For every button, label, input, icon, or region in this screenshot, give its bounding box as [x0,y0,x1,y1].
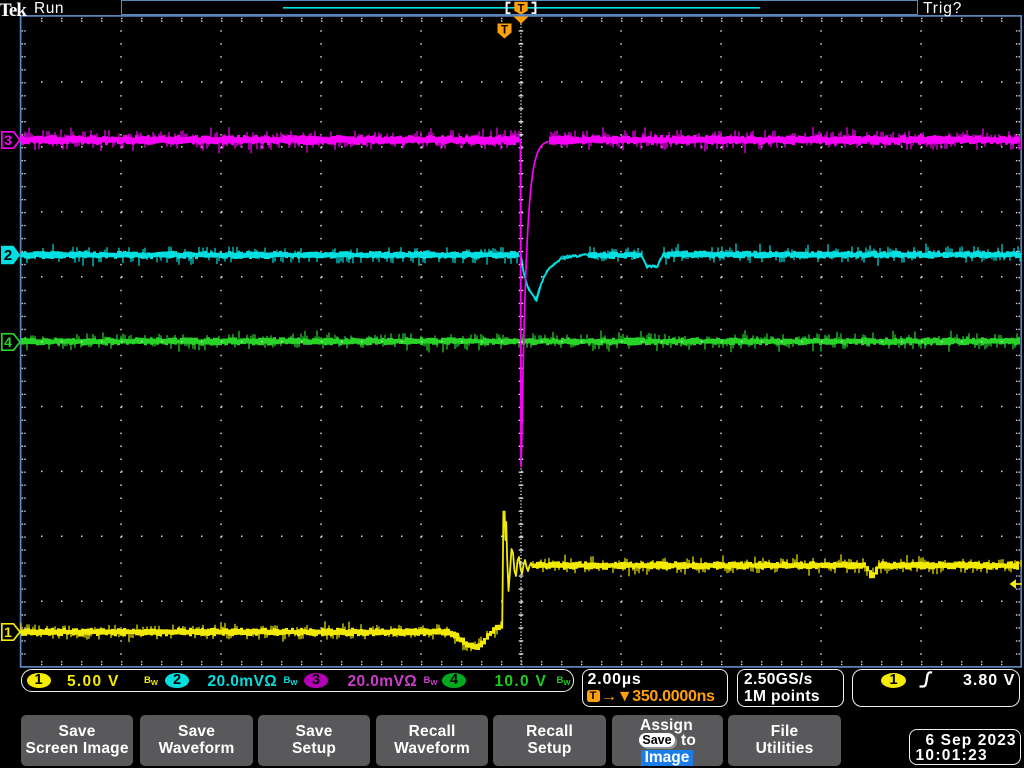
svg-text:1: 1 [4,624,12,640]
svg-text:T: T [501,23,509,37]
svg-text:2: 2 [4,247,12,264]
svg-text:3: 3 [4,132,12,148]
svg-text:4: 4 [4,334,12,350]
